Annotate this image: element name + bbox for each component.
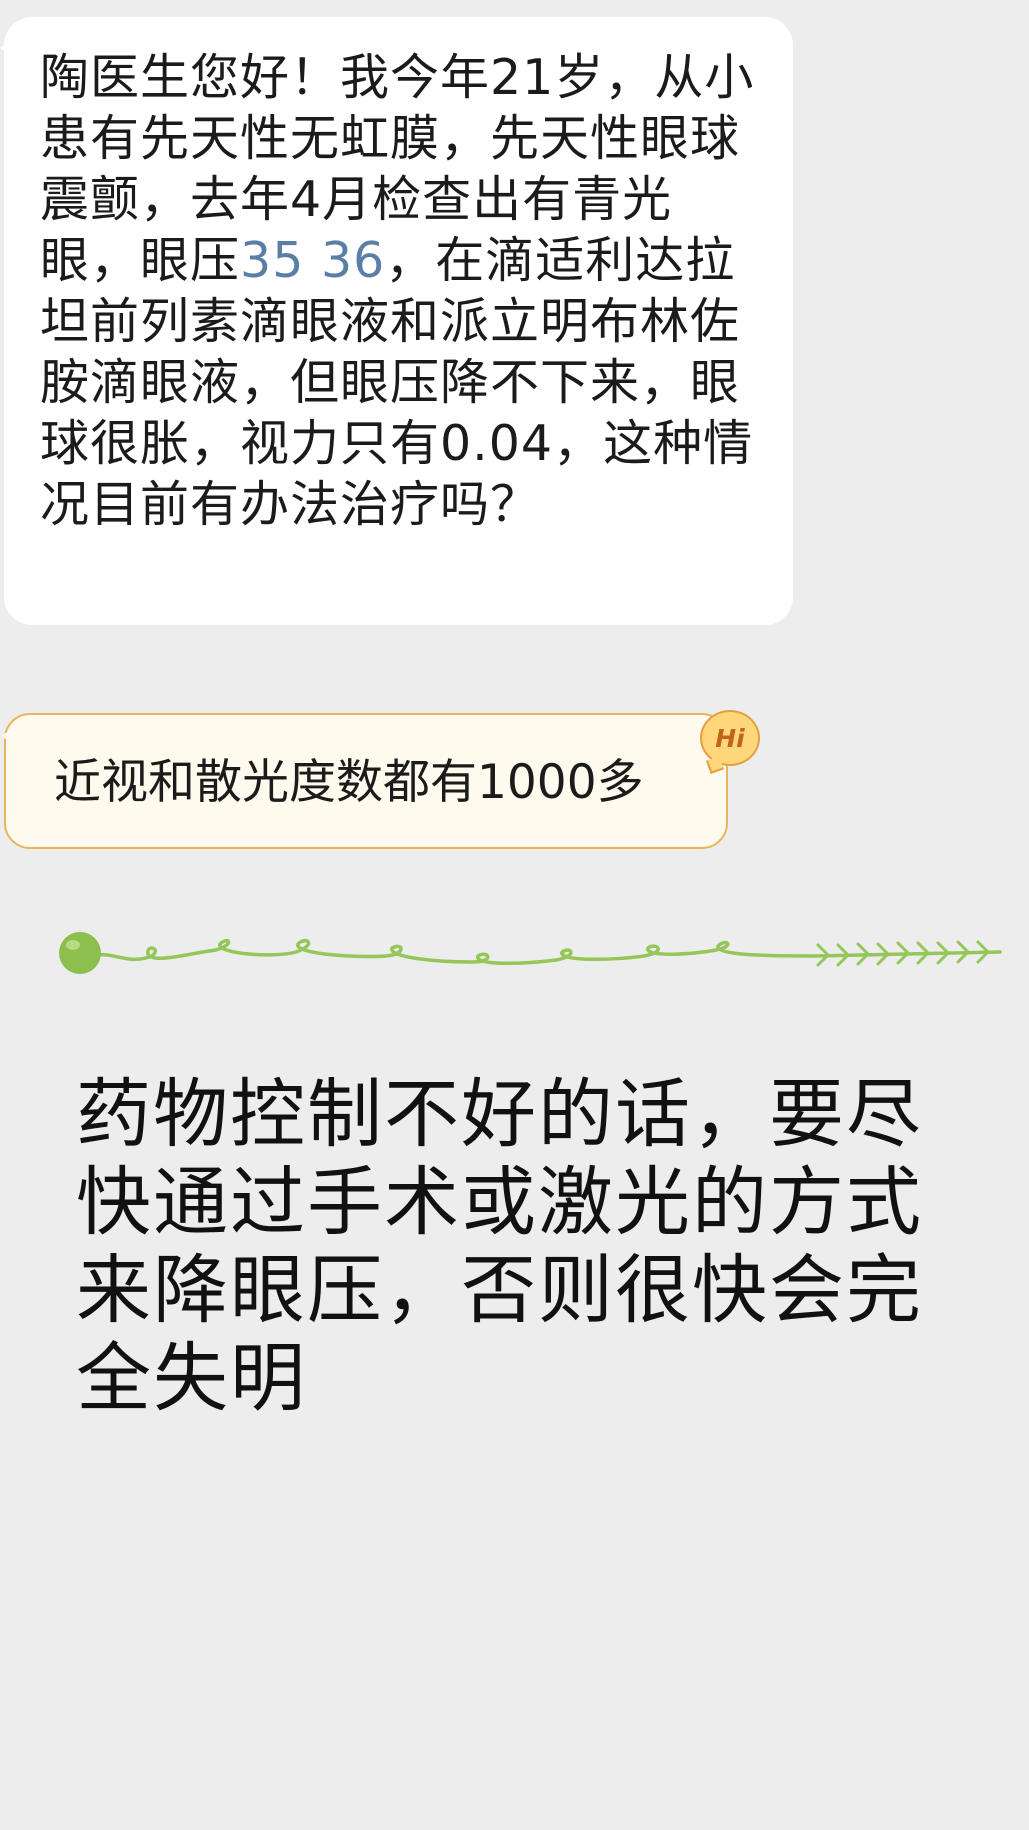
answer-text: 药物控制不好的话，要尽快通过手术或激光的方式来降眼压，否则很快会完全失明 <box>76 1070 924 1422</box>
green-vine-divider-icon <box>59 932 1002 974</box>
question-text: 陶医生您好！我今年21岁，从小患有先天性无虹膜，先天性眼球震颤，去年4月检查出有… <box>40 47 759 535</box>
hi-sticker-icon: Hi <box>700 710 760 766</box>
note-text: 近视和散光度数都有1000多 <box>54 755 644 810</box>
bubble-tail <box>0 39 14 57</box>
note-message-bubble[interactable]: 近视和散光度数都有1000多 <box>1 713 728 849</box>
question-message-bubble[interactable]: 陶医生您好！我今年21岁，从小患有先天性无虹膜，先天性眼球震颤，去年4月检查出有… <box>0 17 793 625</box>
pressure-values: 35 36 <box>240 232 386 289</box>
bubble-tail <box>1 727 15 745</box>
